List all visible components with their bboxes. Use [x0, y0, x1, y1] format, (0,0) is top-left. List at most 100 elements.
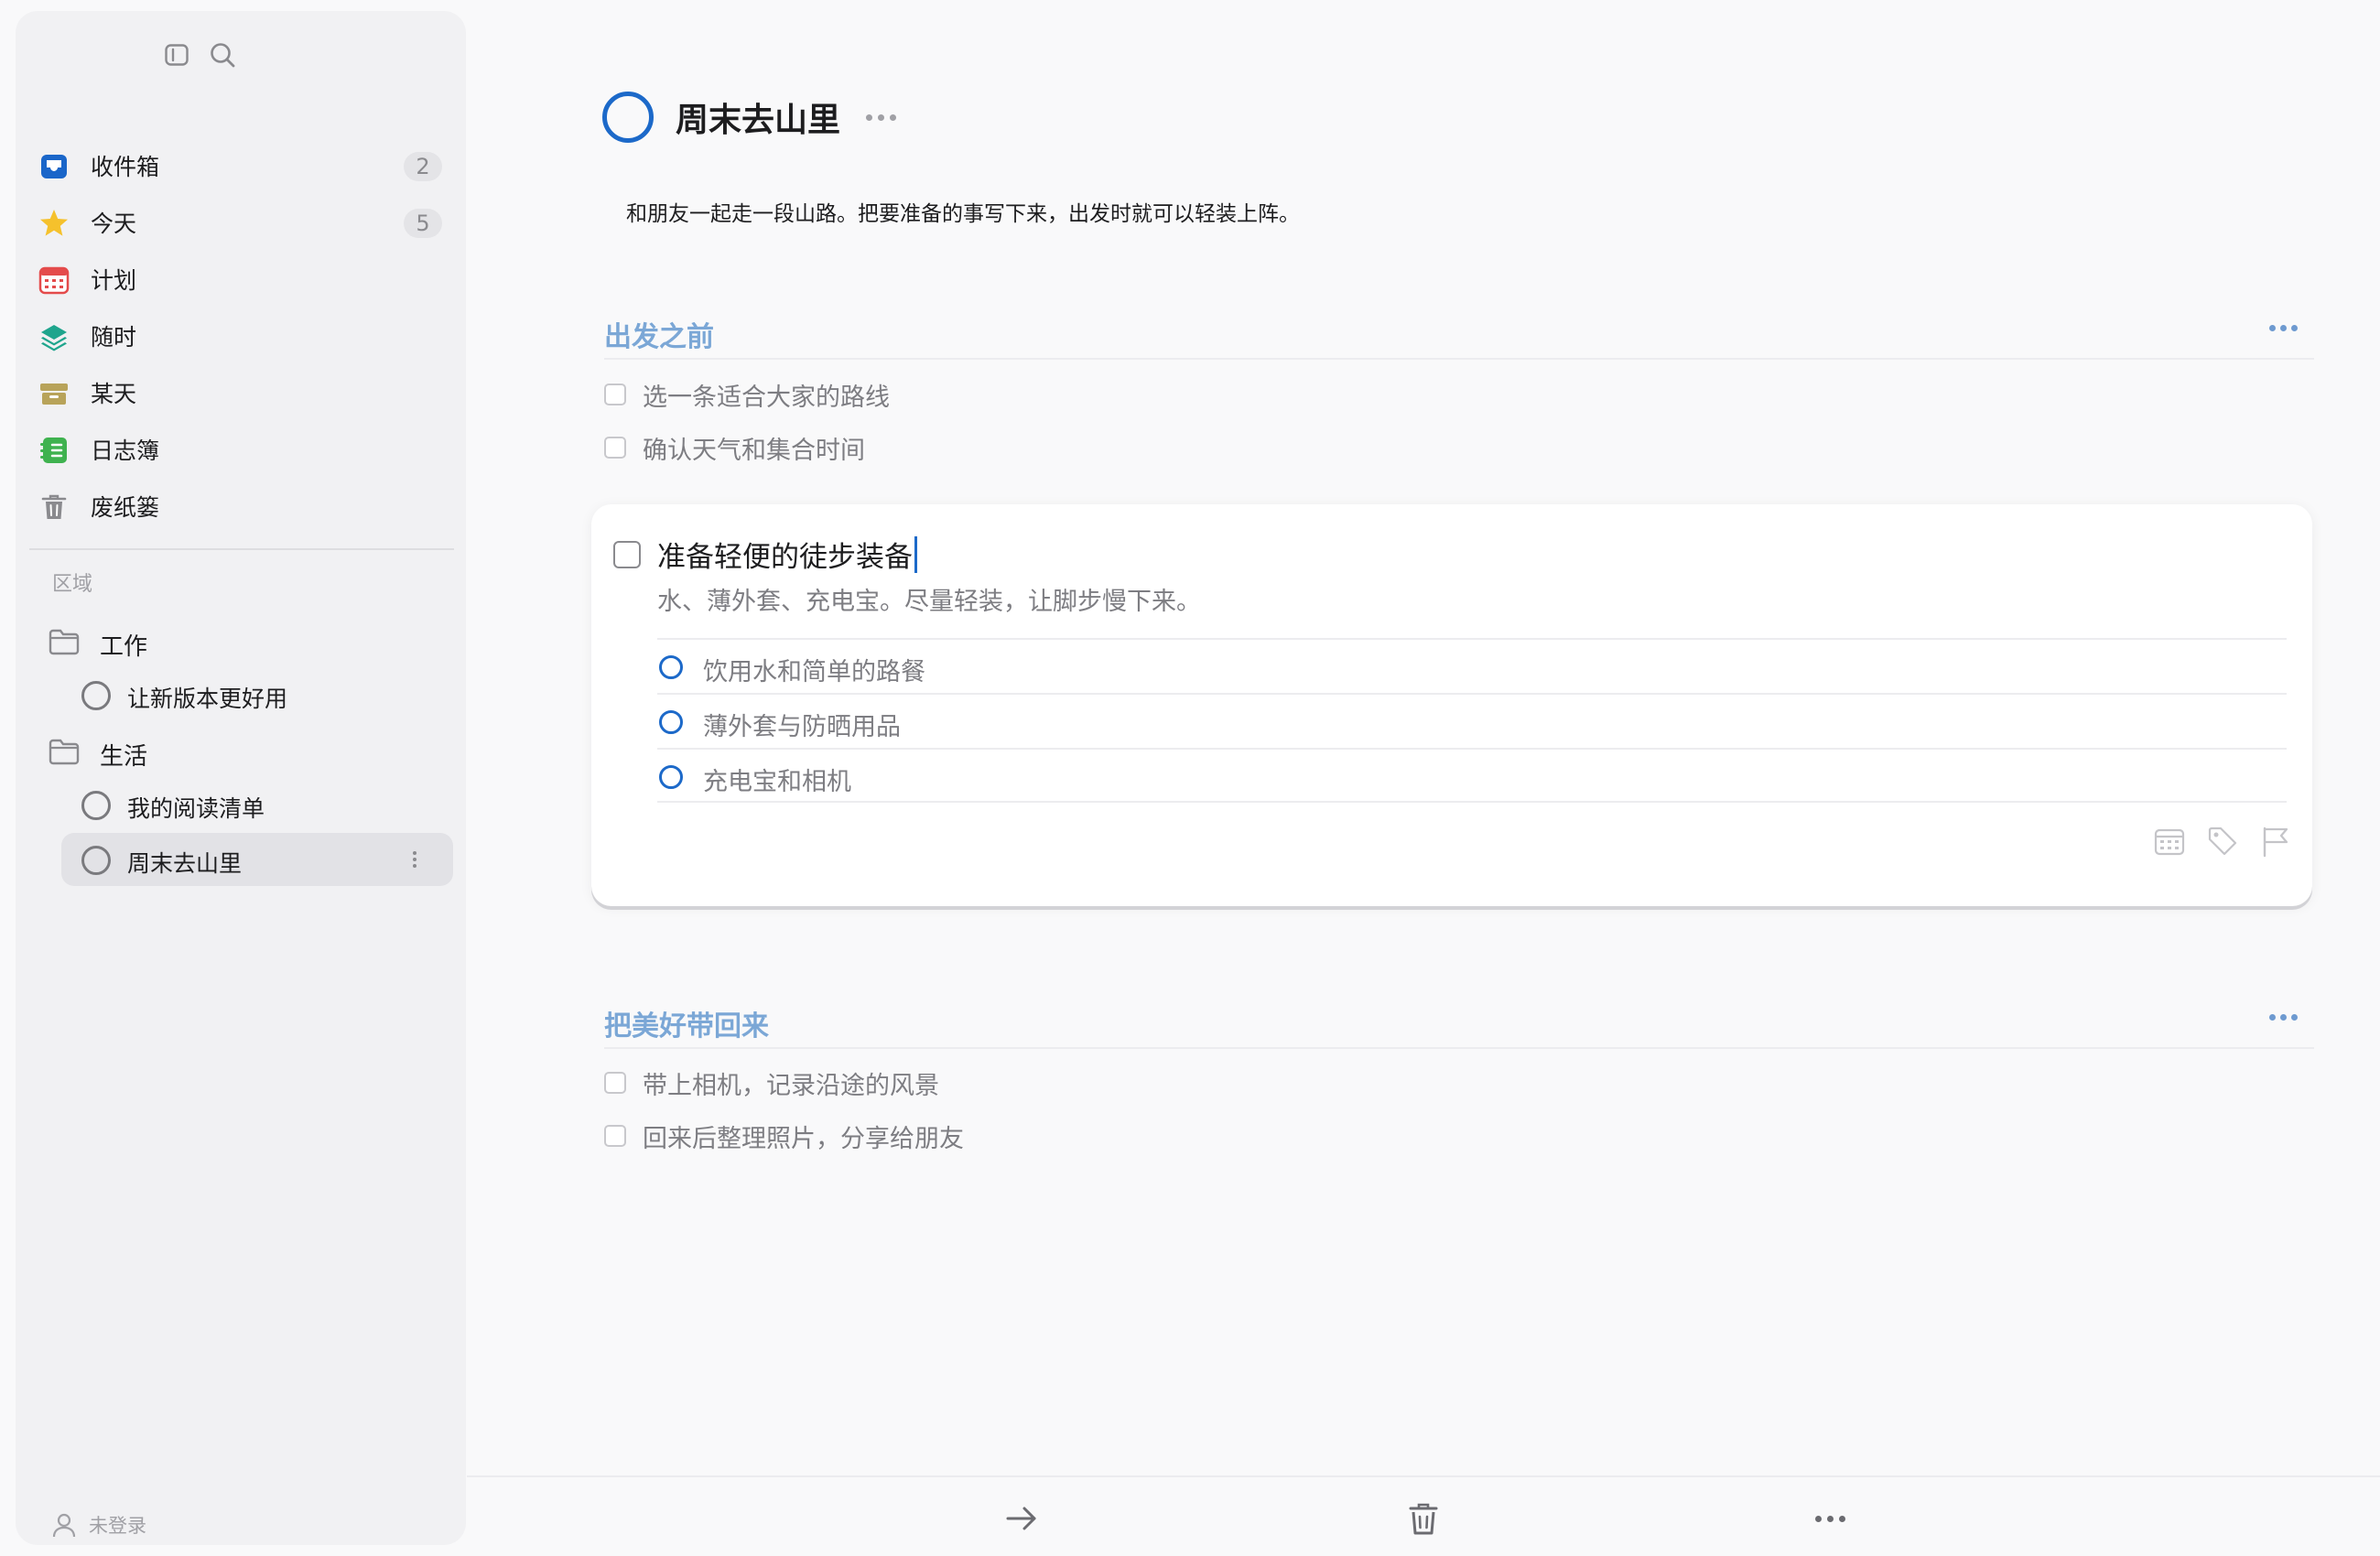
calendar-icon [38, 266, 70, 295]
nav-item-label: 废纸篓 [91, 494, 160, 521]
nav-item-today[interactable]: 今天 5 [16, 194, 466, 251]
todo-item[interactable]: 确认天气和集合时间 [604, 427, 865, 469]
text-caret [914, 535, 917, 573]
more-vertical-icon[interactable] [411, 846, 418, 873]
checklist-ring-icon[interactable] [659, 765, 683, 789]
todo-checkbox[interactable] [604, 1072, 626, 1094]
delete-button[interactable] [1402, 1497, 1444, 1540]
bottom-toolbar [467, 1475, 2380, 1556]
archive-box-icon [40, 384, 68, 405]
todo-checkbox[interactable] [604, 437, 626, 459]
todo-item[interactable]: 带上相机，记录沿途的风景 [604, 1062, 939, 1104]
checklist: 饮用水和简单的路餐 薄外套与防晒用品 充电宝和相机 [657, 638, 2287, 803]
todo-item[interactable]: 选一条适合大家的路线 [604, 373, 890, 416]
todo-checkbox[interactable] [604, 1125, 626, 1147]
heading-title[interactable]: 出发之前 [604, 314, 714, 354]
project-ring-icon [81, 846, 111, 875]
project-item[interactable]: 让新版本更好用 [61, 668, 453, 721]
todo-label: 回来后整理照片，分享给朋友 [643, 1124, 964, 1153]
move-button[interactable] [1001, 1497, 1043, 1540]
checklist-item[interactable]: 充电宝和相机 [657, 748, 2287, 803]
heading-section[interactable]: 出发之前 [604, 305, 2314, 360]
todo-label: 确认天气和集合时间 [643, 436, 865, 465]
trash-icon [41, 494, 67, 519]
heading-section[interactable]: 把美好带回来 [604, 994, 2314, 1049]
area-label: 生活 [100, 743, 148, 771]
project-title[interactable]: 周末去山里 [676, 93, 840, 141]
calendar-icon[interactable] [2153, 825, 2186, 858]
checklist-ring-icon[interactable] [659, 710, 683, 734]
project-ring-icon [81, 681, 111, 710]
todo-checkbox[interactable] [604, 384, 626, 405]
move-arrow-icon [1006, 1507, 1036, 1530]
account-button[interactable]: 未登录 [52, 1508, 146, 1541]
folder-icon [49, 739, 80, 765]
checklist-label: 饮用水和简单的路餐 [703, 658, 925, 686]
project-more-icon[interactable] [862, 105, 900, 130]
nav-item-label: 计划 [91, 267, 137, 294]
project-label: 周末去山里 [127, 850, 243, 877]
nav-item-label: 某天 [91, 381, 137, 407]
heading-more-icon[interactable] [2269, 325, 2298, 331]
folder-icon [49, 629, 80, 655]
more-button[interactable] [1809, 1497, 1851, 1540]
project-label: 我的阅读清单 [127, 795, 265, 822]
nav-item-label: 日志簿 [91, 438, 160, 464]
inbox-icon [41, 155, 67, 178]
project-label: 让新版本更好用 [127, 686, 288, 712]
todo-title-field[interactable]: 准备轻便的徒步装备 [657, 534, 917, 575]
card-toolbar [2153, 825, 2292, 858]
heading-more-icon[interactable] [2269, 1014, 2298, 1021]
star-icon [40, 210, 68, 236]
project-item-selected[interactable]: 周末去山里 [61, 833, 453, 886]
checklist-item[interactable]: 饮用水和简单的路餐 [657, 638, 2287, 693]
project-item[interactable]: 我的阅读清单 [61, 778, 453, 831]
checklist-label: 薄外套与防晒用品 [703, 713, 901, 741]
project-notes[interactable]: 和朋友一起走一段山路。把要准备的事写下来，出发时就可以轻装上阵。 [626, 196, 1300, 227]
count-badge: 5 [404, 209, 442, 238]
count-badge: 2 [404, 152, 442, 181]
area-label: 工作 [100, 633, 148, 661]
nav-item-anytime[interactable]: 随时 [16, 308, 466, 364]
nav-item-label: 今天 [91, 211, 137, 237]
todo-notes-field[interactable]: 水、薄外套、充电宝。尽量轻装，让脚步慢下来。 [657, 581, 1201, 617]
todo-label: 选一条适合大家的路线 [643, 383, 890, 412]
project-ring-icon [81, 791, 111, 820]
checklist-label: 充电宝和相机 [703, 768, 851, 796]
logbook-icon [40, 438, 67, 463]
project-header: 周末去山里 [602, 90, 900, 145]
todo-item[interactable]: 回来后整理照片，分享给朋友 [604, 1115, 964, 1157]
flag-icon[interactable] [2259, 825, 2292, 858]
nav-item-label: 随时 [91, 324, 137, 351]
project-progress-ring-icon[interactable] [602, 92, 654, 143]
heading-title[interactable]: 把美好带回来 [604, 1003, 769, 1043]
nav-item-label: 收件箱 [91, 154, 160, 180]
areas-section-label: 区域 [52, 573, 93, 596]
nav-item-someday[interactable]: 某天 [16, 364, 466, 421]
user-label: 未登录 [89, 1515, 146, 1537]
area-life[interactable]: 生活 [16, 727, 466, 778]
more-icon [1814, 1515, 1845, 1522]
todo-label: 带上相机，记录沿途的风景 [643, 1071, 939, 1100]
sidebar-divider [29, 548, 454, 550]
open-todo-card: 准备轻便的徒步装备 水、薄外套、充电宝。尽量轻装，让脚步慢下来。 饮用水和简单的… [591, 504, 2312, 906]
sidebar-toggle-icon[interactable] [158, 31, 195, 79]
search-icon[interactable] [204, 31, 241, 79]
layers-icon [41, 325, 67, 351]
nav-item-trash[interactable]: 废纸篓 [16, 478, 466, 535]
checklist-ring-icon[interactable] [659, 655, 683, 679]
main-content: 周末去山里 和朋友一起走一段山路。把要准备的事写下来，出发时就可以轻装上阵。 出… [467, 0, 2380, 1556]
sidebar: 收件箱 2 今天 5 计划 随时 某天 日志簿 废纸篓 区域 工作 让新版本更好… [16, 11, 466, 1545]
nav-item-inbox[interactable]: 收件箱 2 [16, 137, 466, 194]
nav-item-upcoming[interactable]: 计划 [16, 251, 466, 308]
nav-list: 收件箱 2 今天 5 计划 随时 某天 日志簿 废纸篓 [16, 137, 466, 535]
sidebar-toolbar [158, 31, 241, 79]
todo-title-text: 准备轻便的徒步装备 [657, 541, 913, 574]
nav-item-logbook[interactable]: 日志簿 [16, 421, 466, 478]
user-icon [52, 1513, 76, 1538]
trash-icon [1409, 1503, 1438, 1535]
tag-icon[interactable] [2206, 825, 2239, 858]
area-work[interactable]: 工作 [16, 617, 466, 668]
todo-checkbox[interactable] [613, 541, 641, 568]
checklist-item[interactable]: 薄外套与防晒用品 [657, 693, 2287, 748]
